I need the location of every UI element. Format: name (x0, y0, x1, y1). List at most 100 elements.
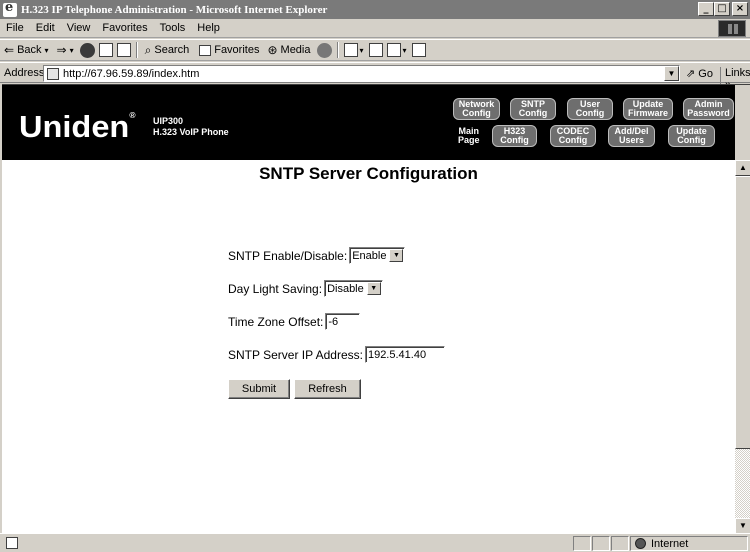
nav-label: Config (518, 108, 548, 118)
nav-label: Firmware (627, 108, 669, 118)
address-url: http://67.96.59.89/index.htm (63, 67, 200, 80)
status-cell (611, 536, 629, 551)
go-button[interactable]: ⇗ Go (686, 67, 713, 80)
menu-view[interactable]: View (61, 22, 97, 34)
scroll-up-icon[interactable]: ▲ (735, 160, 750, 176)
server-ip-label: SNTP Server IP Address: (228, 347, 363, 362)
nav-sntp-config[interactable]: SNTP Config (510, 98, 556, 120)
minimize-button[interactable]: _ (698, 2, 714, 16)
forward-arrow-icon: ⇒ (56, 43, 67, 57)
back-dropdown-icon[interactable]: ▾ (45, 46, 49, 55)
forward-dropdown-icon: ▾ (69, 45, 74, 55)
scrollbar-thumb[interactable] (735, 176, 750, 449)
nav-label: Password (687, 108, 730, 118)
nav-label: Config (677, 135, 706, 145)
tz-offset-label: Time Zone Offset: (228, 314, 324, 329)
maximize-button[interactable]: □ (714, 2, 730, 16)
toolbar-separator (336, 42, 339, 58)
page-status-icon (6, 537, 18, 549)
brand-text: Uniden (19, 109, 130, 144)
status-cell (592, 536, 610, 551)
daylight-select[interactable]: Disable ▼ (324, 280, 383, 297)
nav-update-firmware[interactable]: Update Firmware (623, 98, 673, 120)
home-icon[interactable] (116, 43, 131, 57)
print-icon[interactable] (368, 43, 383, 57)
browser-window: H.323 IP Telephone Administration - Micr… (0, 0, 750, 552)
sntp-enable-select[interactable]: Enable ▼ (349, 247, 406, 264)
chevron-down-icon[interactable]: ▼ (366, 282, 381, 295)
status-cell (573, 536, 591, 551)
stop-icon[interactable] (79, 42, 95, 58)
nav-label: Config (558, 135, 588, 145)
edit-icon[interactable] (386, 43, 401, 57)
chevron-down-icon[interactable]: ▼ (389, 249, 404, 262)
forward-button[interactable]: ⇒ ▾ (53, 43, 78, 57)
nav-user-config[interactable]: User Config (567, 98, 613, 120)
scroll-down-icon[interactable]: ▼ (735, 518, 750, 533)
menu-bar: File Edit View Favorites Tools Help (0, 19, 750, 38)
model-info: UIP300 H.323 VoIP Phone (153, 116, 229, 138)
sntp-enable-row: SNTP Enable/Disable: Enable ▼ (228, 247, 406, 264)
menu-favorites[interactable]: Favorites (96, 22, 153, 34)
nav-label: Page (458, 135, 480, 145)
discuss-icon[interactable] (411, 43, 426, 57)
security-zone: Internet (630, 536, 748, 551)
media-label: Media (280, 44, 311, 56)
nav-add-del-users[interactable]: Add/Del Users (608, 125, 655, 147)
daylight-label: Day Light Saving: (228, 281, 323, 296)
menu-tools[interactable]: Tools (154, 22, 192, 34)
server-ip-input[interactable]: 192.5.41.40 (364, 346, 445, 363)
search-label: Search (154, 44, 190, 56)
nav-main-page[interactable]: Main Page (458, 127, 480, 145)
nav-admin-password[interactable]: Admin Password (683, 98, 734, 120)
go-label: Go (698, 68, 713, 80)
menu-help[interactable]: Help (191, 22, 226, 34)
favorites-label: Favorites (214, 44, 260, 56)
tz-offset-row: Time Zone Offset: -6 (228, 313, 361, 330)
tz-offset-input[interactable]: -6 (325, 313, 361, 330)
search-icon: ⌕ (144, 42, 152, 57)
model-number: UIP300 (153, 116, 184, 126)
back-button[interactable]: ⇐ Back ▾ (0, 43, 53, 57)
globe-icon (635, 538, 646, 549)
nav-h323-config[interactable]: H323 Config (492, 125, 537, 147)
back-label: Back (17, 44, 42, 56)
mail-icon[interactable] (343, 43, 358, 57)
favorites-button[interactable]: Favorites (193, 44, 263, 56)
status-bar: Internet (0, 533, 750, 552)
address-input[interactable]: http://67.96.59.89/index.htm ▼ (43, 65, 680, 82)
vertical-scrollbar[interactable]: ▲ ▼ (735, 85, 750, 533)
favorites-icon (199, 44, 212, 56)
nav-label: Users (618, 135, 645, 145)
submit-button[interactable]: Submit (228, 379, 290, 399)
refresh-icon[interactable] (98, 43, 113, 57)
refresh-button[interactable]: Refresh (294, 379, 361, 399)
uniden-header: Uniden® UIP300 H.323 VoIP Phone Network C… (2, 85, 735, 160)
history-icon[interactable] (316, 42, 332, 58)
nav-label: Config (500, 135, 529, 145)
window-title: H.323 IP Telephone Administration - Micr… (21, 3, 328, 16)
nav-label: Config (575, 108, 605, 118)
sntp-enable-label: SNTP Enable/Disable: (228, 248, 348, 263)
page-title: SNTP Server Configuration (259, 164, 478, 183)
menu-file[interactable]: File (0, 22, 30, 34)
edit-dropdown-icon[interactable]: ▾ (403, 46, 407, 55)
search-button[interactable]: ⌕ Search (141, 43, 194, 58)
zone-label: Internet (651, 537, 689, 550)
media-button[interactable]: ⊛ Media (263, 43, 314, 57)
address-dropdown-icon[interactable]: ▼ (664, 66, 679, 81)
nav-update-config[interactable]: Update Config (668, 125, 715, 147)
menu-edit[interactable]: Edit (30, 22, 61, 34)
server-ip-row: SNTP Server IP Address: 192.5.41.40 (228, 346, 445, 363)
address-bar: Address http://67.96.59.89/index.htm ▼ ⇗… (0, 62, 750, 91)
uniden-logo: Uniden® (19, 109, 136, 144)
page-icon (47, 67, 59, 80)
toolbar: ⇐ Back ▾ ⇒ ▾ ⌕ Search Favorites ⊛ Media … (0, 39, 750, 61)
mail-dropdown-icon[interactable]: ▾ (360, 46, 364, 55)
go-arrow-icon: ⇗ (686, 68, 696, 80)
nav-codec-config[interactable]: CODEC Config (550, 125, 596, 147)
daylight-row: Day Light Saving: Disable ▼ (228, 280, 383, 297)
close-button[interactable]: × (732, 2, 748, 16)
windows-logo-icon (718, 20, 746, 37)
nav-network-config[interactable]: Network Config (453, 98, 500, 120)
